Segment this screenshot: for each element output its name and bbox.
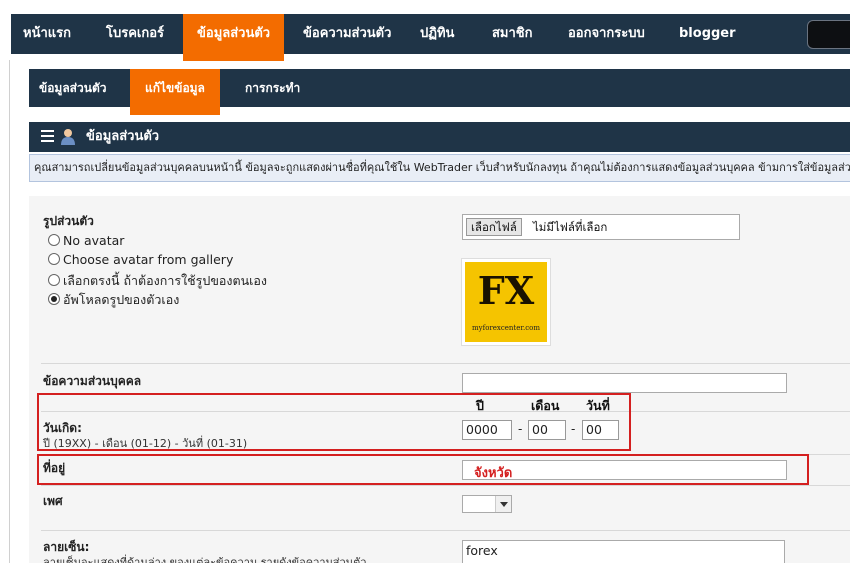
nav-calendar[interactable]: ปฏิทิน <box>420 14 454 54</box>
avatar-option-upload[interactable]: อัพโหลดรูปของตัวเอง <box>48 290 179 308</box>
file-status: ไม่มีไฟล์ที่เลือก <box>533 220 608 234</box>
chevron-down-icon[interactable] <box>495 496 511 512</box>
subnav-edit[interactable]: แก้ไขข้อมูล <box>130 69 220 115</box>
gender-label: เพศ <box>43 494 63 508</box>
divider <box>41 485 850 486</box>
radio-button[interactable] <box>48 234 60 246</box>
page-left-border <box>9 60 10 563</box>
nav-profile[interactable]: ข้อมูลส่วนตัว <box>183 14 285 61</box>
location-highlight-box <box>37 454 809 485</box>
top-nav: หน้าแรก โบรคเกอร์ ข้อมูลส่วนตัว ข้อความส… <box>11 14 850 61</box>
nav-messages[interactable]: ข้อความส่วนตัว <box>303 14 391 54</box>
section-title: ข้อมูลส่วนตัว <box>86 129 160 144</box>
divider <box>41 530 850 531</box>
avatar-option-gallery[interactable]: Choose avatar from gallery <box>48 252 233 270</box>
gender-select[interactable] <box>462 495 512 513</box>
subnav-profile[interactable]: ข้อมูลส่วนตัว <box>39 69 106 107</box>
avatar-label: รูปส่วนตัว <box>43 214 94 228</box>
profile-form: รูปส่วนตัว No avatar Choose avatar from … <box>29 196 850 563</box>
signature-hint: ลายเซ็นจะแสดงที่ด้านล่าง ของแต่ละข้อความ… <box>43 556 367 563</box>
search-input[interactable] <box>807 20 850 49</box>
divider <box>41 363 850 364</box>
avatar-image: FX myforexcenter.com <box>461 258 551 346</box>
nav-logout[interactable]: ออกจากระบบ <box>568 14 645 54</box>
nav-blogger[interactable]: blogger <box>679 14 736 54</box>
section-header: ข้อมูลส่วนตัว <box>29 122 850 152</box>
radio-button-checked[interactable] <box>48 293 60 305</box>
nav-brokers[interactable]: โบรคเกอร์ <box>106 14 164 54</box>
menu-icon[interactable] <box>41 130 54 142</box>
nav-members[interactable]: สมาชิก <box>492 14 533 54</box>
avatar-logo-text: FX <box>477 268 535 313</box>
info-text: คุณสามารถเปลี่ยนข้อมูลส่วนบุคคลบนหน้านี้… <box>29 154 850 182</box>
bio-label: ข้อความส่วนบุคคล <box>43 374 142 388</box>
sub-nav: ข้อมูลส่วนตัว แก้ไขข้อมูล การกระทำ <box>29 69 850 115</box>
signature-textarea[interactable]: forex <box>462 540 785 563</box>
avatar-option-own[interactable]: เลือกตรงนี้ ถ้าต้องการใช้รูปของตนเอง <box>48 271 267 289</box>
bio-input[interactable] <box>462 373 787 393</box>
radio-button[interactable] <box>48 253 60 265</box>
nav-home[interactable]: หน้าแรก <box>23 14 71 54</box>
user-icon <box>61 129 75 145</box>
radio-button[interactable] <box>48 274 60 286</box>
file-input[interactable]: เลือกไฟล์ ไม่มีไฟล์ที่เลือก <box>462 214 740 240</box>
avatar-logo-site: myforexcenter.com <box>472 324 540 332</box>
choose-file-button[interactable]: เลือกไฟล์ <box>466 218 522 236</box>
avatar-option-none[interactable]: No avatar <box>48 233 124 251</box>
subnav-actions[interactable]: การกระทำ <box>245 69 300 107</box>
birthday-highlight-box <box>37 393 631 451</box>
